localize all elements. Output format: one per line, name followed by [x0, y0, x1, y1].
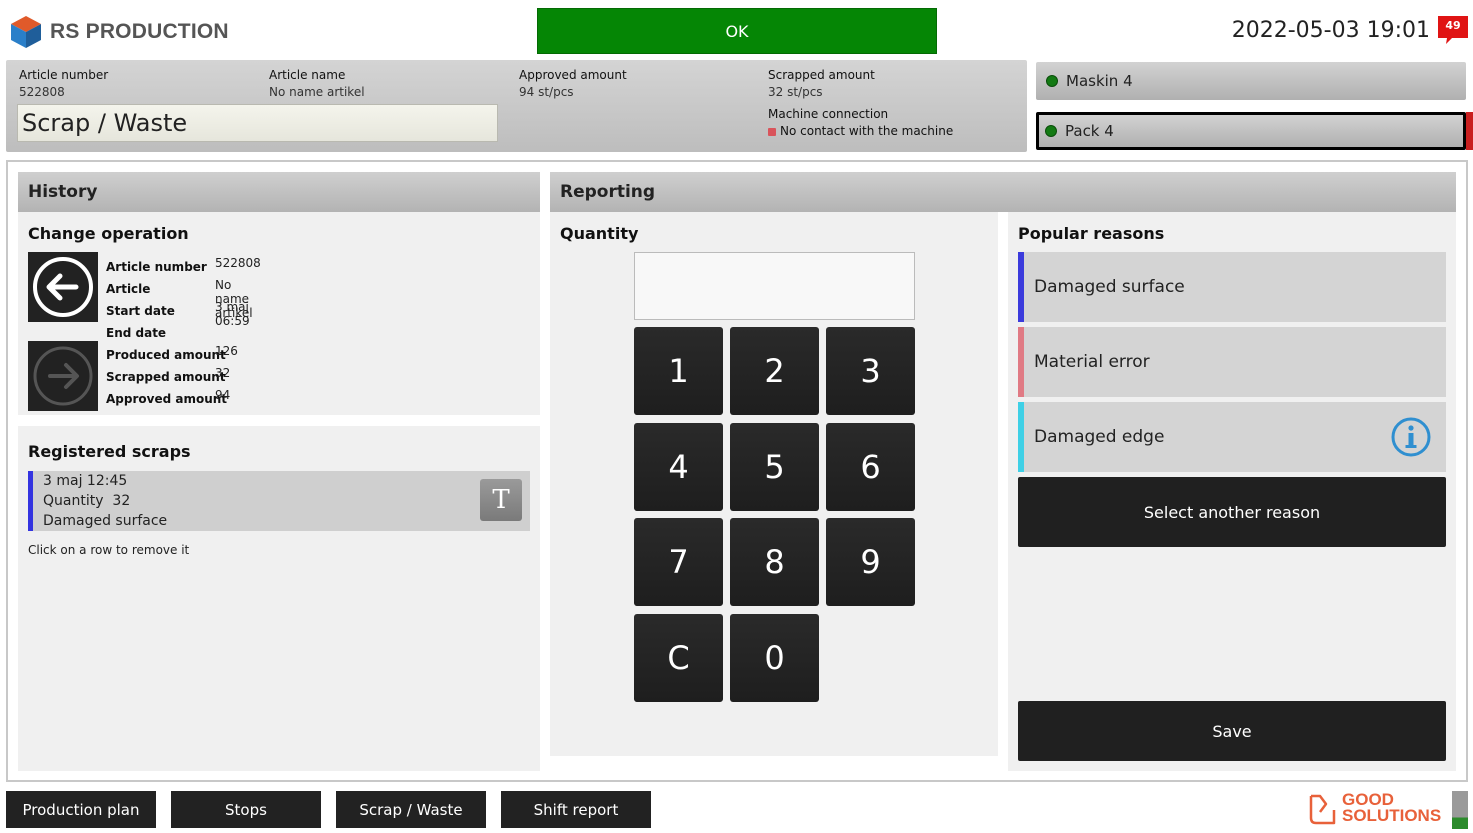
popular-reasons-section: Popular reasons Damaged surface Material… — [1008, 212, 1456, 771]
change-operation-title: Change operation — [28, 224, 189, 243]
nav-scrap-waste[interactable]: Scrap / Waste — [336, 791, 486, 828]
arrow-right-icon — [33, 346, 93, 406]
reporting-panel: Reporting — [550, 172, 1456, 212]
machine-status-icon — [1046, 75, 1058, 87]
arrow-left-icon — [33, 257, 93, 317]
good-solutions-logo: GOOD SOLUTIONS — [1308, 791, 1448, 828]
alert-strip — [1466, 112, 1473, 150]
machine-name: Pack 4 — [1065, 122, 1114, 140]
operation-details: Article number 522808 Article No name arti… — [106, 256, 261, 410]
history-panel: History — [18, 172, 540, 212]
article-name-field: Article name No name artikel — [269, 68, 365, 99]
approved-amount-field: Approved amount 94 st/pcs — [519, 68, 627, 99]
machine-button-pack-4[interactable]: Pack 4 — [1036, 112, 1473, 150]
article-name-label: Article name — [269, 68, 346, 82]
field-value: 32 — [215, 366, 231, 380]
reason-label: Damaged surface — [1034, 277, 1185, 297]
numpad-key-9[interactable]: 9 — [826, 518, 915, 606]
reason-material-error[interactable]: Material error — [1018, 327, 1446, 397]
registered-scraps-section: Registered scraps 3 maj 12:45 Quantity 3… — [18, 426, 540, 771]
save-button[interactable]: Save — [1018, 701, 1446, 761]
reason-label: Material error — [1034, 352, 1150, 372]
status-ok-button[interactable]: OK — [537, 8, 937, 54]
field-label: Scrapped amount — [106, 370, 226, 384]
registered-scraps-title: Registered scraps — [28, 442, 191, 461]
field-label: Approved amount — [106, 392, 228, 406]
quantity-input[interactable] — [634, 252, 915, 320]
scrap-quantity: 32 — [112, 493, 131, 509]
reason-label: Damaged edge — [1034, 427, 1165, 447]
field-label: Article — [106, 282, 151, 296]
machine-status-icon — [1045, 125, 1057, 137]
article-name-value: No name artikel — [269, 85, 365, 99]
scrap-row[interactable]: 3 maj 12:45 Quantity 32 Damaged surface … — [28, 471, 530, 531]
article-number-field: Article number 522808 — [19, 68, 108, 99]
scrapped-amount-label: Scrapped amount — [768, 68, 875, 82]
status-indicator — [1452, 791, 1468, 829]
article-number-label: Article number — [19, 68, 109, 82]
logo-text: RS PRODUCTION — [50, 20, 229, 43]
cube-logo-icon — [11, 16, 41, 48]
notification-badge[interactable]: 49 — [1438, 16, 1468, 44]
numpad-key-clear[interactable]: C — [634, 614, 723, 702]
article-number-value: 522808 — [19, 85, 65, 99]
reason-damaged-edge[interactable]: Damaged edge — [1018, 402, 1446, 472]
scrap-date: 3 maj 12:45 — [43, 473, 128, 489]
machine-connection-label: Machine connection — [768, 107, 889, 121]
good-solutions-logo-icon — [1309, 794, 1336, 825]
field-label: Start date — [106, 304, 175, 318]
popular-reasons-title: Popular reasons — [1018, 224, 1165, 243]
page-title: Scrap / Waste — [17, 104, 498, 142]
reason-damaged-surface[interactable]: Damaged surface — [1018, 252, 1446, 322]
reporting-header: Reporting — [550, 172, 1456, 212]
field-label: End date — [106, 326, 167, 340]
field-label: Article number — [106, 260, 207, 274]
logo-line-2: SOLUTIONS — [1342, 806, 1442, 825]
scrapped-amount-field: Scrapped amount 32 st/pcs — [768, 68, 875, 99]
nav-shift-report[interactable]: Shift report — [501, 791, 651, 828]
scrap-reason: Damaged surface — [43, 513, 168, 529]
connection-status-icon — [768, 127, 776, 136]
quantity-title: Quantity — [560, 224, 639, 243]
field-value: 94 — [215, 388, 231, 402]
machine-button-maskin-4[interactable]: Maskin 4 — [1036, 62, 1466, 100]
numpad-key-6[interactable]: 6 — [826, 423, 915, 511]
remove-hint: Click on a row to remove it — [28, 543, 190, 557]
field-value: 126 — [215, 344, 238, 358]
nav-stops[interactable]: Stops — [171, 791, 321, 828]
next-operation-button[interactable] — [28, 341, 98, 411]
previous-operation-button[interactable] — [28, 252, 98, 322]
machine-connection-field: Machine connection No contact with the m… — [768, 107, 953, 138]
approved-amount-value: 94 st/pcs — [519, 85, 574, 99]
change-operation-section: Change operation Article number 522808 Ar… — [18, 212, 540, 415]
numpad-key-7[interactable]: 7 — [634, 518, 723, 606]
numpad-key-0[interactable]: 0 — [730, 614, 819, 702]
machine-name: Maskin 4 — [1066, 72, 1133, 90]
text-note-button[interactable]: T — [480, 479, 522, 521]
numpad-key-1[interactable]: 1 — [634, 327, 723, 415]
notification-count: 49 — [1445, 19, 1461, 32]
numpad-key-3[interactable]: 3 — [826, 327, 915, 415]
scrapped-amount-value: 32 st/pcs — [768, 85, 823, 99]
numpad-key-4[interactable]: 4 — [634, 423, 723, 511]
info-icon[interactable] — [1390, 416, 1432, 458]
machine-connection-value: No contact with the machine — [780, 124, 954, 138]
approved-amount-label: Approved amount — [519, 68, 627, 82]
datetime: 2022-05-03 19:01 — [1231, 18, 1430, 43]
app-logo: RS PRODUCTION — [10, 12, 230, 52]
quantity-section: Quantity 1 2 3 4 5 6 7 8 9 C 0 — [550, 212, 998, 756]
select-another-reason-button[interactable]: Select another reason — [1018, 477, 1446, 547]
scrap-quantity-label: Quantity — [43, 493, 104, 509]
field-label: Produced amount — [106, 348, 226, 362]
numpad-key-5[interactable]: 5 — [730, 423, 819, 511]
history-header: History — [18, 172, 540, 212]
numpad-key-8[interactable]: 8 — [730, 518, 819, 606]
numpad-key-2[interactable]: 2 — [730, 327, 819, 415]
field-value: 522808 — [215, 256, 261, 270]
nav-production-plan[interactable]: Production plan — [6, 791, 156, 828]
